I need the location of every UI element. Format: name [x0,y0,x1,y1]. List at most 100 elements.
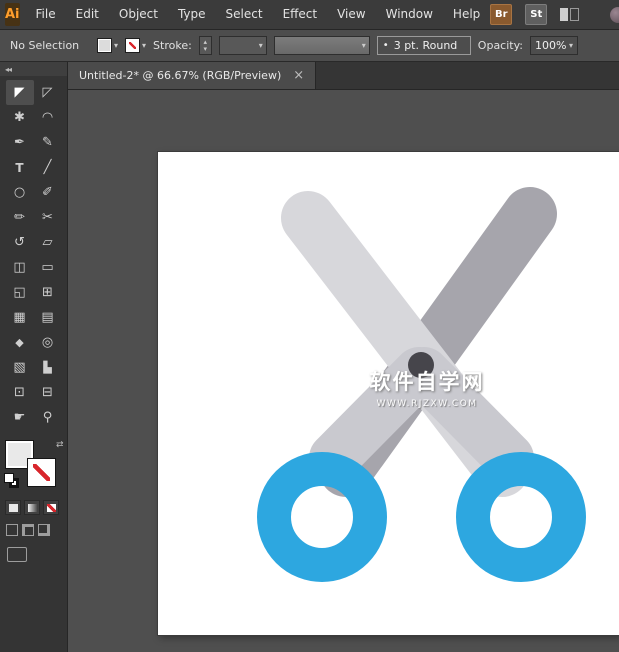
menu-select[interactable]: Select [216,0,273,29]
default-fill-stroke-button[interactable] [4,473,20,489]
swap-fill-stroke-icon[interactable]: ⇄ [56,440,64,450]
shape-builder-tool[interactable]: ◱ [6,280,34,305]
pencil-tool[interactable]: ✏ [6,205,34,230]
column-graph-tool[interactable]: ▙ [34,355,62,380]
workspace-pane-filled [560,8,568,21]
ellipse-icon: ○ [14,185,25,200]
bridge-button[interactable]: Br [490,4,512,25]
gradient-tool[interactable]: ▤ [34,305,62,330]
scissor-handle-right[interactable] [473,469,569,565]
zoom-magnifier-icon: ⚲ [43,410,53,425]
selection-arrow-icon: ◤ [15,85,25,100]
none-swatch-icon [47,504,56,512]
opacity-dropdown[interactable]: 100% ▾ [530,36,578,55]
lasso-tool[interactable]: ◠ [34,105,62,130]
scissor-handle-left[interactable] [274,469,370,565]
rotate-tool[interactable]: ↺ [6,230,34,255]
perspective-grid-tool[interactable]: ⊞ [34,280,62,305]
blend-tool[interactable]: ◎ [34,330,62,355]
scissors-artwork[interactable] [158,152,619,635]
stroke-none-swatch-icon [125,38,140,53]
opacity-label: Opacity: [478,39,523,52]
menu-view[interactable]: View [327,0,375,29]
lasso-icon: ◠ [42,110,53,125]
menu-help[interactable]: Help [443,0,490,29]
collapse-panel-icon[interactable]: ◂◂ [5,65,11,74]
symbol-sprayer-tool[interactable]: ▧ [6,355,34,380]
type-tool[interactable]: T [6,155,34,180]
menu-edit[interactable]: Edit [66,0,109,29]
stroke-label: Stroke: [153,39,192,52]
artboard[interactable]: 软件自学网 WWW.RJZXW.COM [158,152,619,635]
default-fill-icon [4,473,14,483]
scissor-pivot[interactable] [408,352,434,378]
column-graph-icon: ▙ [43,361,51,374]
hand-tool[interactable]: ☛ [6,405,34,430]
document-tab[interactable]: Untitled-2* @ 66.67% (RGB/Preview) × [68,62,316,89]
canvas-area[interactable]: 软件自学网 WWW.RJZXW.COM [68,90,619,652]
line-segment-tool[interactable]: ╱ [34,155,62,180]
scale-tool[interactable]: ▱ [34,230,62,255]
menu-window[interactable]: Window [376,0,443,29]
stepper-down-icon[interactable]: ▾ [204,46,208,53]
menu-effect[interactable]: Effect [273,0,328,29]
pen-nib-icon: ✒ [14,135,25,150]
mesh-tool[interactable]: ▦ [6,305,34,330]
direct-selection-tool[interactable]: ◸ [34,80,62,105]
draw-inside-button[interactable] [38,524,50,536]
stroke-weight-dropdown[interactable]: ▾ [219,36,267,55]
stroke-weight-stepper[interactable]: ▴ ▾ [199,36,212,55]
chevron-down-icon: ▾ [569,41,573,50]
menu-type[interactable]: Type [168,0,216,29]
fill-color-dropdown[interactable]: ▾ [97,38,118,53]
tools-grid: ◤ ◸ ✱ ◠ ✒ ✎ T ╱ ○ ✐ ✏ ✂ ↺ ▱ ◫ ▭ ◱ ⊞ ▦ ▤ … [6,80,62,430]
scissors-tool[interactable]: ✂ [34,205,62,230]
eyedropper-icon: ◆ [15,336,23,349]
workspace-pane-outline [570,8,580,21]
screen-mode-button[interactable] [7,547,27,562]
tools-panel-header: ◂◂ [0,62,67,76]
artboard-icon: ⊡ [14,385,25,400]
drawing-modes-row [6,524,67,536]
ellipse-tool[interactable]: ○ [6,180,34,205]
stock-button[interactable]: St [525,4,547,25]
add-anchor-point-tool[interactable]: ✎ [34,130,62,155]
selection-status: No Selection [10,39,90,52]
slice-tool[interactable]: ⊟ [34,380,62,405]
menu-file[interactable]: File [26,0,66,29]
paint-style-row [5,500,67,515]
tools-panel: ◂◂ ◤ ◸ ✱ ◠ ✒ ✎ T ╱ ○ ✐ ✏ ✂ ↺ ▱ ◫ ▭ ◱ ⊞ ▦… [0,62,68,652]
paintbrush-tool[interactable]: ✐ [34,180,62,205]
artboard-tool[interactable]: ⊡ [6,380,34,405]
width-tool[interactable]: ◫ [6,255,34,280]
perspective-grid-icon: ⊞ [42,285,53,300]
mesh-icon: ▦ [13,310,25,325]
magic-wand-tool[interactable]: ✱ [6,105,34,130]
gradient-icon: ▤ [41,310,53,325]
illustrator-logo: Ai [5,3,20,26]
selection-tool[interactable]: ◤ [6,80,34,105]
workspace-switcher-icon[interactable] [560,8,579,21]
brush-definition-dropdown[interactable]: ▾ [274,36,370,55]
pencil-icon: ✏ [14,210,25,225]
magic-wand-icon: ✱ [14,110,25,125]
draw-behind-button[interactable] [22,524,34,536]
stroke-swatch[interactable] [27,458,56,487]
stroke-color-dropdown[interactable]: ▾ [125,38,146,53]
eyedropper-tool[interactable]: ◆ [6,330,34,355]
style-value: 3 pt. Round [394,39,458,52]
color-button[interactable] [5,500,21,515]
gradient-button[interactable] [24,500,40,515]
pen-tool[interactable]: ✒ [6,130,34,155]
zoom-tool[interactable]: ⚲ [34,405,62,430]
style-dropdown[interactable]: • 3 pt. Round [377,36,471,55]
close-icon[interactable]: × [293,69,304,82]
cs-live-icon[interactable] [610,7,619,23]
menu-object[interactable]: Object [109,0,168,29]
free-transform-tool[interactable]: ▭ [34,255,62,280]
opacity-value: 100% [535,39,566,52]
scissor-leg-right[interactable] [424,372,509,458]
draw-normal-button[interactable] [6,524,18,536]
color-swatch-icon [9,504,18,512]
none-button[interactable] [43,500,59,515]
